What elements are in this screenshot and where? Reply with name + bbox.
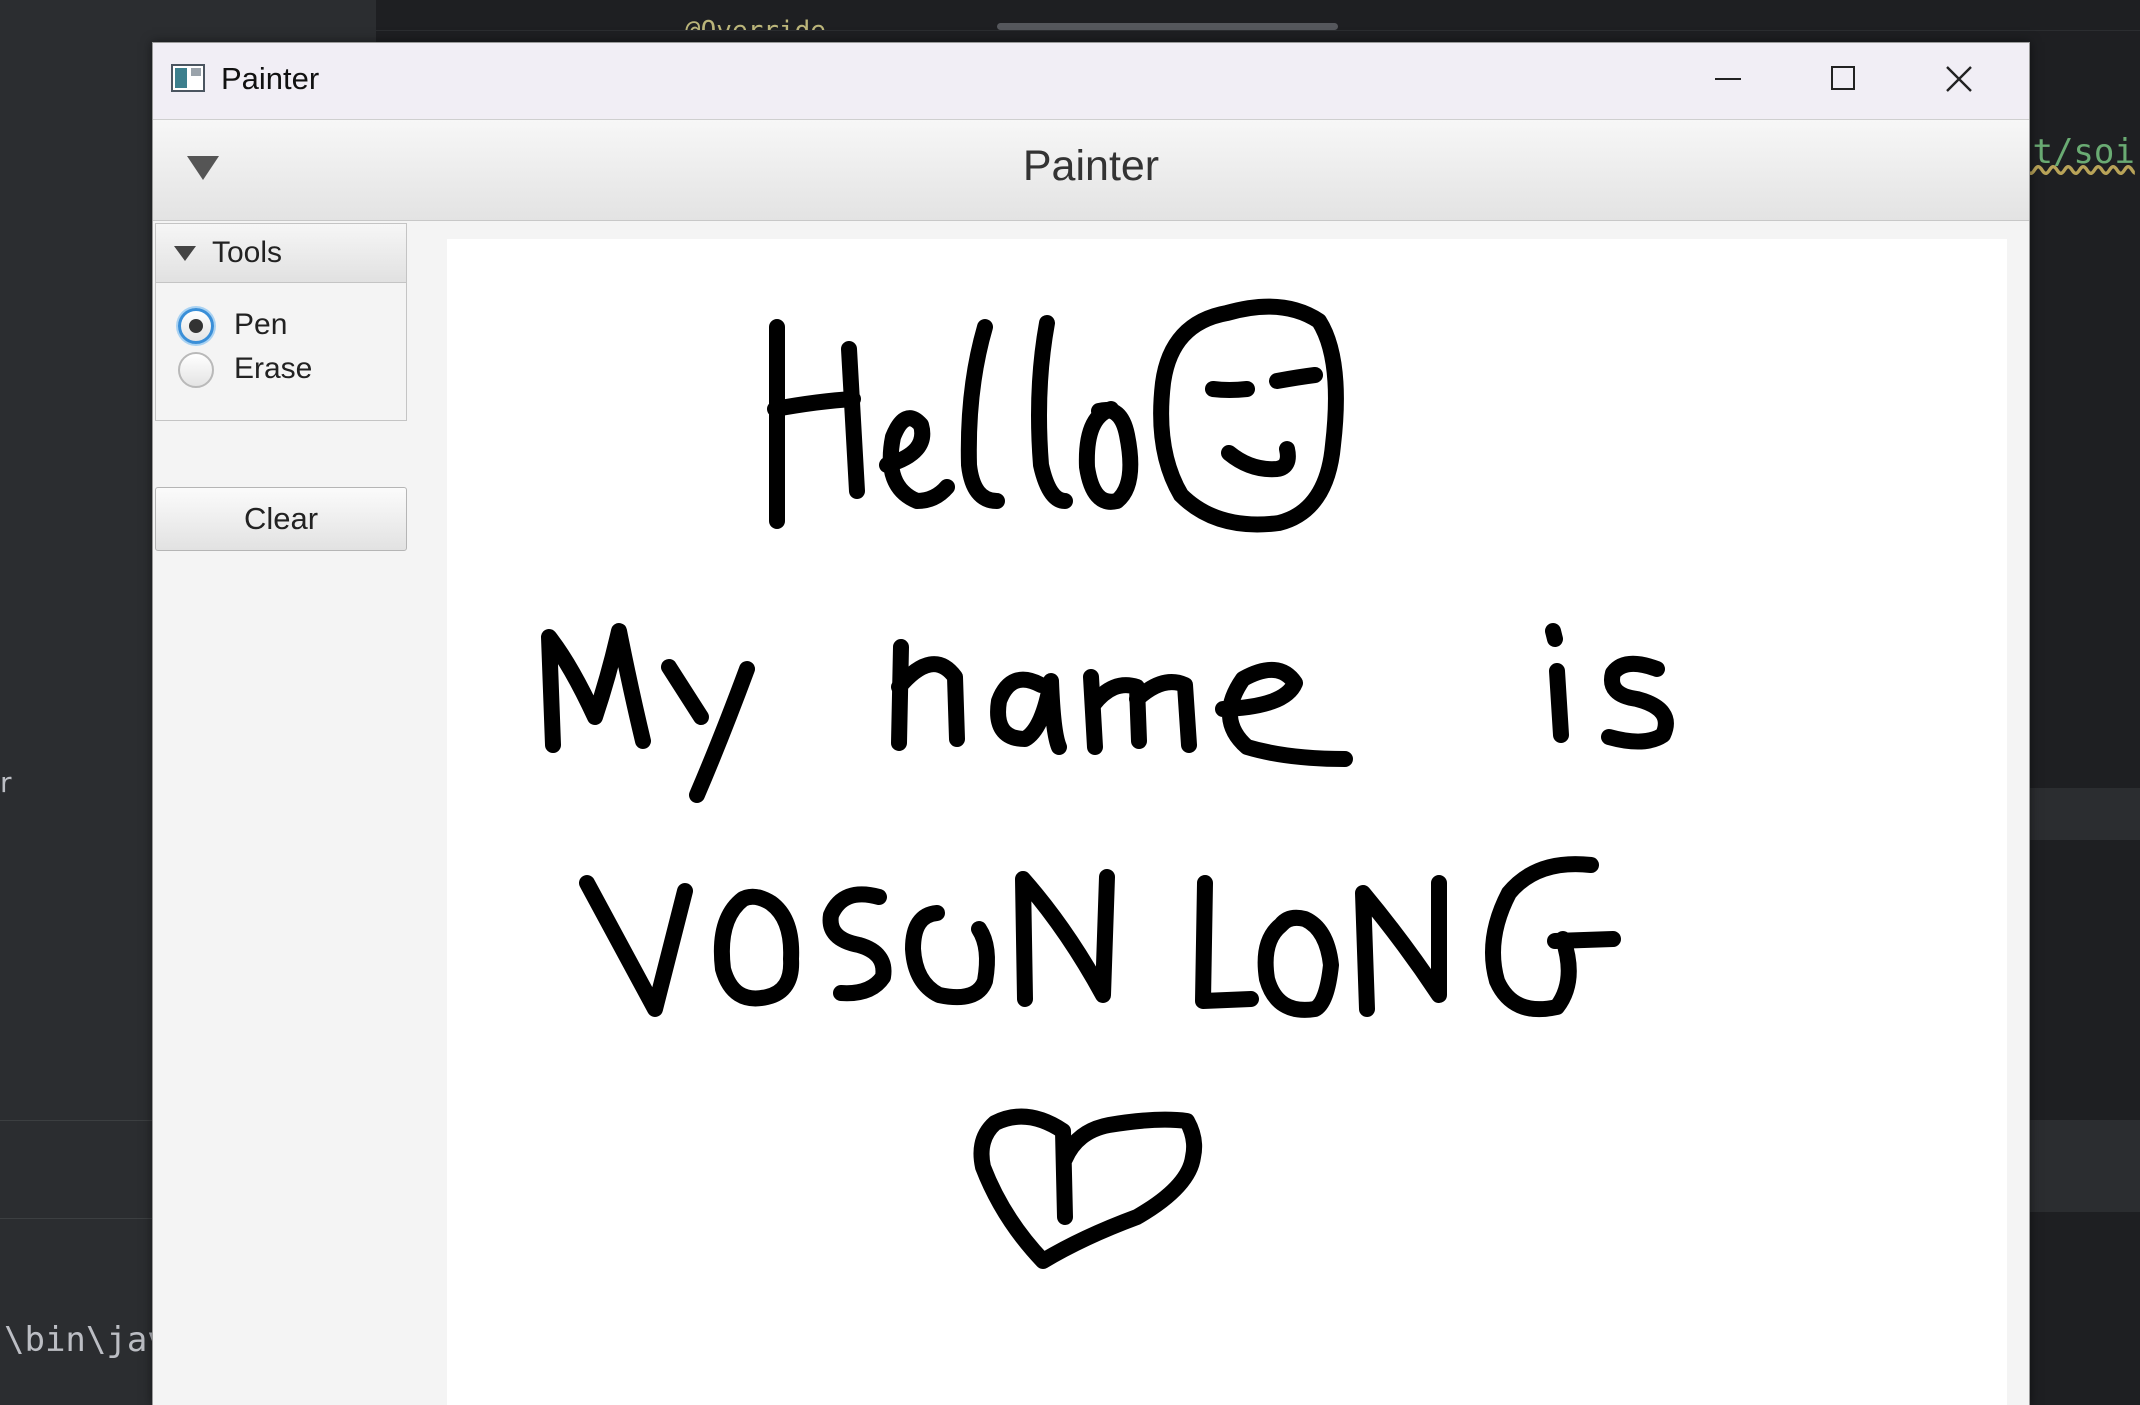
smiley-strokes	[1153, 298, 1344, 533]
tools-pane-header[interactable]: Tools	[156, 224, 406, 283]
app-header: Painter	[153, 119, 2029, 222]
minimize-button[interactable]	[1697, 57, 1757, 107]
ide-scrollbar[interactable]	[997, 23, 1338, 30]
pen-label: Pen	[234, 308, 288, 341]
maximize-button[interactable]	[1813, 57, 1873, 107]
drawing-canvas[interactable]	[447, 239, 2007, 1405]
ide-side-panel	[2028, 1120, 2140, 1212]
tools-pane: Tools Pen Erase	[155, 223, 407, 421]
voson-long-strokes	[579, 856, 1621, 1018]
divider	[0, 1218, 160, 1219]
ide-code-fragment: st/soi	[2012, 132, 2135, 172]
ide-side-panel	[2028, 788, 2140, 840]
page-title: Painter	[1022, 142, 1160, 190]
ide-code-snippet: @Override	[685, 16, 826, 30]
pen-radio[interactable]	[178, 308, 214, 344]
erase-radio[interactable]	[178, 352, 214, 388]
ide-terminal-text: \bin\jav	[4, 1320, 168, 1360]
ide-terminal-panel	[0, 1120, 160, 1405]
app-icon	[171, 64, 205, 92]
painter-window: Painter Painter Tools Pen Erase Clear	[152, 42, 2030, 1405]
handwritten-drawing	[541, 298, 1674, 1269]
tools-sidebar: Tools Pen Erase Clear	[153, 221, 407, 1405]
clear-button[interactable]: Clear	[155, 487, 407, 551]
hello-strokes	[767, 315, 1139, 529]
ide-text-fragment: r	[0, 766, 12, 799]
heart-stroke	[973, 1108, 1203, 1269]
close-button[interactable]	[1929, 57, 1989, 107]
close-icon	[1946, 66, 1972, 92]
title-bar[interactable]: Painter	[153, 43, 2029, 119]
erase-label: Erase	[234, 352, 313, 385]
tools-title: Tools	[212, 236, 283, 269]
my-name-is-strokes	[541, 623, 1674, 803]
chevron-down-icon	[174, 246, 196, 261]
window-title: Painter	[221, 61, 320, 96]
